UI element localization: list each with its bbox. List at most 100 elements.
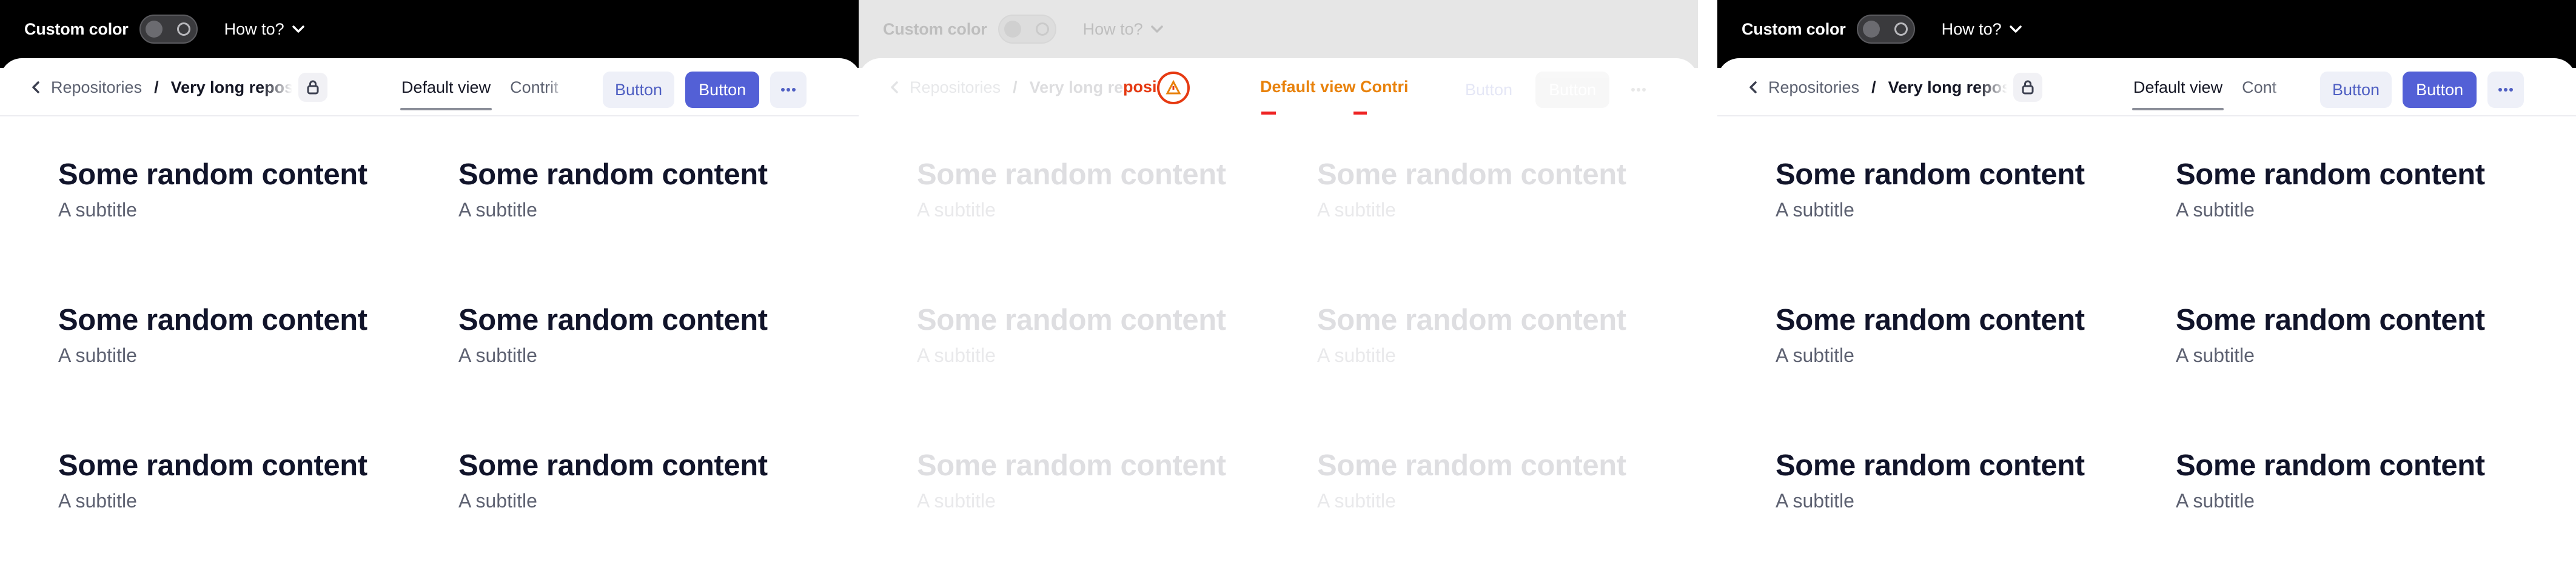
more-options-icon[interactable] [2487,72,2524,108]
breadcrumb-repositories-link[interactable]: Repositories [51,78,142,97]
content-title: Some random content [917,158,1226,191]
breadcrumb-current: Very long repository name [1888,78,2007,96]
how-to-menu[interactable]: How to? [1942,20,2022,39]
content-subtitle: A subtitle [1317,490,1396,512]
content-subtitle: A subtitle [1317,344,1396,366]
content-subtitle: A subtitle [1776,344,1854,366]
main-card: Repositories / Very long repository name… [1717,58,2576,582]
action-buttons: Button Button [1453,72,1657,108]
how-to-label: How to? [224,19,284,38]
toggle-knob [1862,21,1880,38]
content-subtitle: A subtitle [58,344,137,366]
content-title: Some random content [1776,158,2085,191]
panel-light-left: Custom color How to? Repositories / Very… [0,0,861,582]
toggle-off-icon [176,22,190,36]
view-tabs: Default view Cont [2132,74,2284,110]
content-title: Some random content [458,449,768,482]
main-card: Repositories / Very long repository name… [859,58,1698,582]
panel-light-right: Custom color How to? Repositories / Very… [1717,0,2576,582]
more-options-icon[interactable] [1620,72,1657,108]
how-to-menu[interactable]: How to? [1083,20,1164,39]
content-title: Some random content [1776,449,2085,482]
tab-contributors[interactable]: Contrit [510,78,565,97]
content-subtitle: A subtitle [2176,344,2255,366]
navigation-bar: Repositories / Very long repository name… [0,58,861,116]
overlay-marker [1261,112,1276,115]
how-to-menu[interactable]: How to? [224,20,305,39]
content-subtitle: A subtitle [917,344,996,366]
tab-default-view[interactable]: Default view [400,78,492,110]
content-title: Some random content [2176,304,2485,336]
warning-icon [1157,72,1190,104]
how-to-label: How to? [1941,19,2002,38]
content-item: Some random content A subtitle [2176,449,2552,512]
content-title: Some random content [458,158,768,191]
action-buttons: Button Button [2320,72,2524,108]
content-subtitle: A subtitle [2176,490,2255,512]
custom-color-toggle[interactable] [1856,15,1915,44]
custom-color-label: Custom color [883,19,987,38]
breadcrumb-separator: / [1013,78,1018,96]
navigation-bar: Repositories / Very long repository name… [1717,58,2576,116]
toggle-knob [145,21,163,38]
breadcrumb-separator: / [1871,78,1876,96]
content-title: Some random content [58,158,367,191]
content-item: Some random content A subtitle [2176,158,2552,221]
content-title: Some random content [917,304,1226,336]
chevron-left-icon[interactable] [32,81,40,94]
overlay-tabs-text: Default view Contri [1260,78,1409,96]
secondary-button[interactable]: Button [1453,72,1525,108]
lock-icon[interactable] [2013,73,2042,102]
overlay-marker [1353,112,1367,115]
chevron-left-icon[interactable] [1749,81,1757,94]
comparison-canvas: Custom color How to? Repositories / Very… [0,0,2576,582]
content-title: Some random content [2176,158,2485,191]
panel-faded-middle: Custom color How to? Repositories / Very… [859,0,1698,582]
chevron-down-icon [292,25,305,33]
lock-icon[interactable] [298,73,327,102]
content-item: Some random content A subtitle [458,449,834,512]
content-item: Some random content A subtitle [58,158,434,221]
content-subtitle: A subtitle [458,344,537,366]
content-item: Some random content A subtitle [917,449,1293,512]
primary-button[interactable]: Button [1535,72,1610,108]
content-item: Some random content A subtitle [58,303,434,367]
content-subtitle: A subtitle [2176,199,2255,221]
primary-button[interactable]: Button [685,72,760,108]
content-title: Some random content [1317,158,1626,191]
content-item: Some random content A subtitle [1776,449,2152,512]
breadcrumb: Repositories / Very long repository name [32,73,327,102]
custom-color-toggle[interactable] [139,15,198,44]
tab-default-view[interactable]: Default view [2132,78,2224,110]
content-item: Some random content A subtitle [1317,158,1693,221]
more-options-icon[interactable] [770,72,807,108]
secondary-button[interactable]: Button [603,72,675,108]
chevron-down-icon [2009,25,2022,33]
tab-contributors[interactable]: Cont [2242,78,2284,97]
chevron-left-icon[interactable] [890,81,899,94]
content-title: Some random content [1317,449,1626,482]
toggle-off-icon [1035,22,1049,36]
how-to-label: How to? [1082,19,1143,38]
breadcrumb-repositories-link[interactable]: Repositories [1768,78,1859,97]
primary-button[interactable]: Button [2403,72,2477,108]
secondary-button[interactable]: Button [2320,72,2392,108]
content-item: Some random content A subtitle [1776,158,2152,221]
content-subtitle: A subtitle [1776,490,1854,512]
breadcrumb-repositories-link[interactable]: Repositories [910,78,1001,97]
content-item: Some random content A subtitle [2176,303,2552,367]
chevron-down-icon [1150,25,1164,33]
overlay-fragment: posi [1123,78,1157,96]
toggle-off-icon [1894,22,1908,36]
content-item: Some random content A subtitle [458,158,834,221]
content-title: Some random content [1776,304,2085,336]
content-subtitle: A subtitle [458,490,537,512]
content-item: Some random content A subtitle [58,449,434,512]
content-title: Some random content [2176,449,2485,482]
content-item: Some random content A subtitle [1317,303,1693,367]
breadcrumb: Repositories / Very long repository name [1749,73,2042,102]
content-subtitle: A subtitle [458,199,537,221]
content-item: Some random content A subtitle [917,158,1293,221]
content-subtitle: A subtitle [58,199,137,221]
custom-color-toggle[interactable] [998,15,1056,44]
